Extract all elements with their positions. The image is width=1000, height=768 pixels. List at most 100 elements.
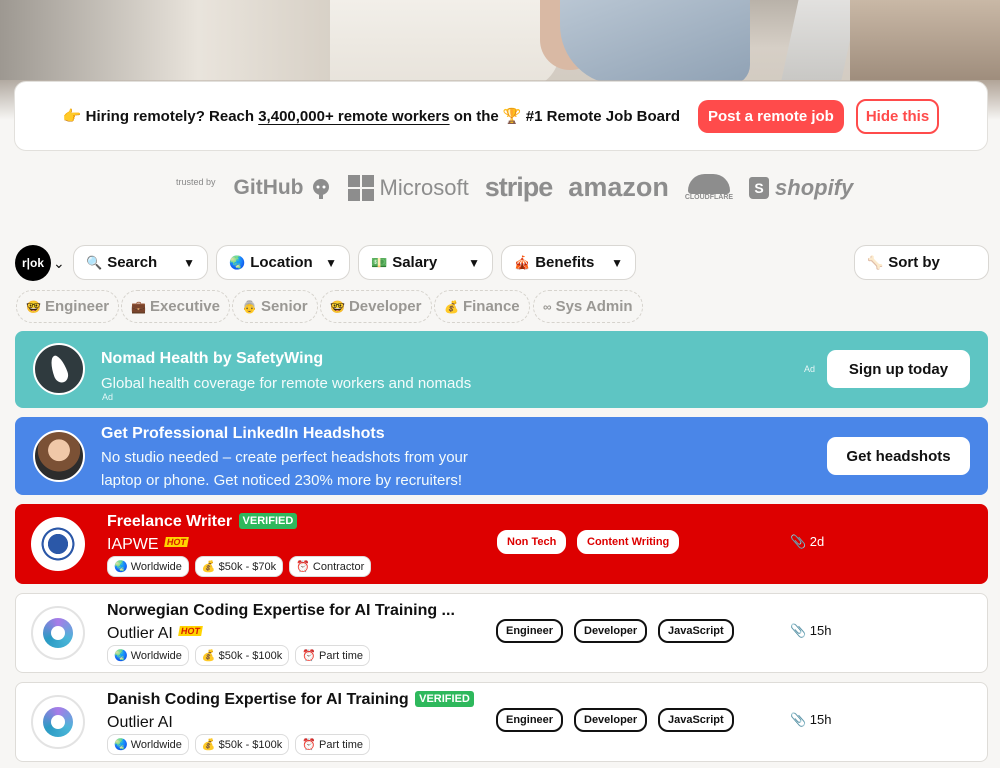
company-logo bbox=[31, 606, 85, 660]
chevron-down-icon: ▼ bbox=[183, 255, 195, 270]
github-logo: GitHub bbox=[234, 176, 332, 200]
ad-linkedin-headshots[interactable]: Get Professional LinkedIn Headshots No s… bbox=[15, 417, 988, 495]
money-bag-icon: 💰 bbox=[444, 299, 459, 314]
salary-pill: 💰 $50k - $70k bbox=[194, 556, 284, 577]
remote-workers-link[interactable]: 3,400,000+ remote workers bbox=[258, 108, 449, 125]
globe-icon: 🌏 bbox=[229, 254, 246, 270]
job-title[interactable]: Freelance Writer VERIFIED bbox=[107, 513, 298, 531]
ad-label: Ad bbox=[804, 364, 816, 374]
company-name: IAPWE HOT bbox=[107, 536, 189, 553]
shopping-bag-icon: S bbox=[749, 176, 770, 199]
category-tag[interactable]: JavaScript bbox=[658, 708, 734, 732]
category-tag[interactable]: Engineer bbox=[496, 619, 564, 643]
tag-developer[interactable]: 🤓 Developer bbox=[320, 290, 432, 323]
verified-badge: VERIFIED bbox=[415, 691, 474, 707]
older-person-icon: 👵 bbox=[242, 299, 257, 314]
trusted-by-label: trusted by bbox=[176, 177, 216, 187]
job-meta: 🌏 Worldwide 💰 $50k - $100k ⏰ Part time bbox=[107, 645, 371, 666]
tag-executive[interactable]: 💼 Executive bbox=[121, 290, 230, 323]
company-logo bbox=[31, 517, 85, 571]
search-icon: 🔍 bbox=[86, 254, 103, 270]
trophy-icon: 🏆 bbox=[502, 108, 522, 125]
get-headshots-button[interactable]: Get headshots bbox=[827, 437, 970, 475]
nerd-face-icon: 🤓 bbox=[330, 299, 345, 314]
ad-label: Ad bbox=[102, 392, 114, 402]
category-tag[interactable]: Engineer bbox=[496, 708, 564, 732]
hot-badge: HOT bbox=[163, 537, 189, 547]
ad-description: Global health coverage for remote worker… bbox=[101, 375, 472, 392]
microsoft-logo: Microsoft bbox=[347, 174, 469, 201]
posted-age: 📎 15h bbox=[790, 623, 832, 638]
feather-icon bbox=[47, 353, 71, 385]
sign-up-button[interactable]: Sign up today bbox=[827, 350, 970, 388]
ad-description: No studio needed – create perfect headsh… bbox=[101, 449, 468, 489]
hot-badge: HOT bbox=[177, 626, 203, 636]
location-pill: 🌏 Worldwide bbox=[107, 645, 189, 666]
posted-age: 📎 2d bbox=[790, 534, 825, 549]
location-filter[interactable]: 🌏 Location ▼ bbox=[216, 245, 350, 280]
job-title[interactable]: Norwegian Coding Expertise for AI Traini… bbox=[107, 602, 455, 620]
brand-logo-button[interactable]: r|ok bbox=[15, 245, 51, 281]
salary-filter[interactable]: 💵 Salary ▼ bbox=[358, 245, 493, 280]
location-pill: 🌏 Worldwide bbox=[107, 556, 189, 577]
trusted-by-logos: trusted by GitHub Microsoft stripe amazo… bbox=[176, 165, 853, 210]
job-meta: 🌏 Worldwide 💰 $50k - $70k ⏰ Contractor bbox=[107, 556, 372, 577]
briefcase-icon: 💼 bbox=[131, 299, 146, 314]
cloudflare-logo: CLOUDFLARE bbox=[685, 174, 733, 201]
company-name: Outlier AI HOT bbox=[107, 625, 203, 642]
ad-title: Nomad Health by SafetyWing bbox=[101, 350, 324, 367]
headshot-avatar bbox=[33, 430, 85, 482]
search-filter[interactable]: 🔍 Search ▼ bbox=[73, 245, 208, 280]
location-pill: 🌏 Worldwide bbox=[107, 734, 189, 755]
outlier-icon bbox=[43, 618, 73, 648]
pointing-hand-icon: 👉 bbox=[62, 108, 82, 125]
cloud-icon bbox=[687, 174, 730, 194]
ad-title: Get Professional LinkedIn Headshots bbox=[101, 425, 385, 442]
chevron-down-icon: ▼ bbox=[611, 255, 623, 270]
job-type-pill: ⏰ Contractor bbox=[289, 556, 372, 577]
job-title[interactable]: Danish Coding Expertise for AI Training … bbox=[107, 691, 474, 709]
sort-by-filter[interactable]: 🦴 Sort by bbox=[854, 245, 989, 280]
job-row[interactable]: Norwegian Coding Expertise for AI Traini… bbox=[15, 593, 988, 673]
job-row[interactable]: Freelance Writer VERIFIED IAPWE HOT 🌏 Wor… bbox=[15, 504, 988, 584]
company-name: Outlier AI bbox=[107, 714, 173, 731]
nerd-face-icon: 🤓 bbox=[26, 299, 41, 314]
stripe-logo: stripe bbox=[484, 172, 554, 202]
post-job-button[interactable]: Post a remote job bbox=[697, 99, 844, 133]
company-logo bbox=[31, 695, 85, 749]
chevron-down-icon[interactable]: ⌄ bbox=[53, 255, 65, 272]
outlier-icon bbox=[43, 707, 73, 737]
tag-finance[interactable]: 💰 Finance bbox=[434, 290, 530, 323]
category-tag[interactable]: Content Writing bbox=[577, 530, 680, 554]
amazon-logo: amazon bbox=[568, 172, 669, 202]
tag-senior[interactable]: 👵 Senior bbox=[232, 290, 318, 323]
posted-age: 📎 15h bbox=[790, 712, 832, 727]
shopify-logo: S shopify bbox=[749, 175, 853, 201]
chevron-down-icon: ▼ bbox=[325, 255, 337, 270]
category-tag[interactable]: Non Tech bbox=[497, 530, 567, 554]
job-type-pill: ⏰ Part time bbox=[295, 734, 371, 755]
chevron-down-icon: ▼ bbox=[468, 255, 480, 270]
category-tag[interactable]: Developer bbox=[574, 619, 648, 643]
money-icon: 💵 bbox=[371, 254, 388, 270]
hiring-banner: 👉 Hiring remotely? Reach 3,400,000+ remo… bbox=[14, 81, 988, 151]
hide-banner-button[interactable]: Hide this bbox=[855, 98, 940, 134]
job-row[interactable]: Danish Coding Expertise for AI Training … bbox=[15, 682, 988, 762]
safetywing-logo bbox=[33, 343, 85, 395]
verified-badge: VERIFIED bbox=[238, 513, 298, 529]
salary-pill: 💰 $50k - $100k bbox=[194, 645, 290, 666]
octocat-icon bbox=[312, 178, 329, 199]
category-tag[interactable]: Developer bbox=[574, 708, 648, 732]
job-meta: 🌏 Worldwide 💰 $50k - $100k ⏰ Part time bbox=[107, 734, 371, 755]
circus-tent-icon: 🎪 bbox=[514, 254, 531, 270]
ad-nomad-health[interactable]: Nomad Health by SafetyWing Global health… bbox=[15, 331, 988, 408]
tag-engineer[interactable]: 🤓 Engineer bbox=[16, 290, 120, 323]
windows-grid-icon bbox=[347, 174, 374, 201]
benefits-filter[interactable]: 🎪 Benefits ▼ bbox=[501, 245, 636, 280]
category-tag[interactable]: JavaScript bbox=[658, 619, 734, 643]
job-type-pill: ⏰ Part time bbox=[295, 645, 371, 666]
banner-text: 👉 Hiring remotely? Reach 3,400,000+ remo… bbox=[62, 108, 680, 125]
infinity-icon: ∞ bbox=[543, 299, 552, 314]
tag-sys-admin[interactable]: ∞ Sys Admin bbox=[533, 290, 643, 323]
salary-pill: 💰 $50k - $100k bbox=[194, 734, 290, 755]
